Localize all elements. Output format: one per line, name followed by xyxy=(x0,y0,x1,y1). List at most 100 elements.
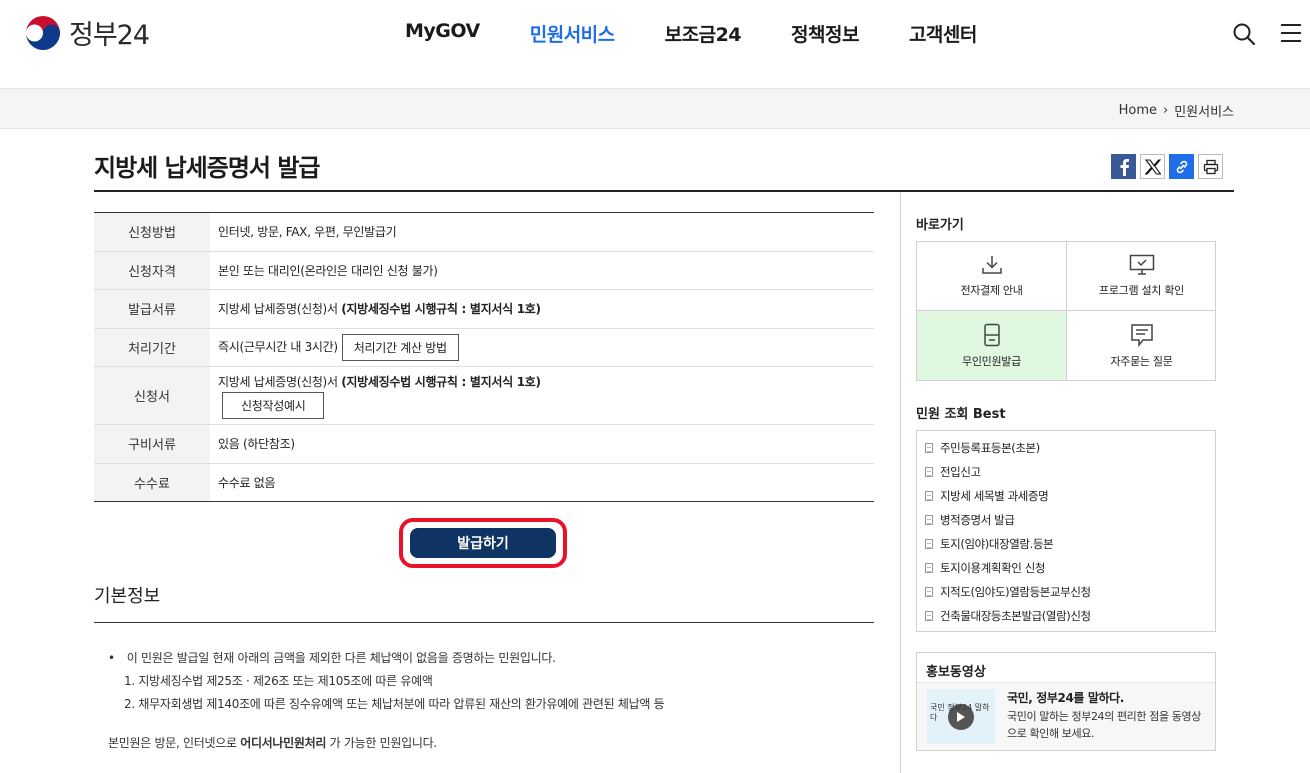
row-label: 수수료 xyxy=(94,463,210,502)
row-value: 있음 (하단참조) xyxy=(210,424,874,464)
row-label: 신청방법 xyxy=(94,212,210,252)
x-twitter-icon xyxy=(1144,158,1161,175)
list-item-label: 지적도(임야도)열람등본교부신청 xyxy=(940,585,1091,599)
x-share-button[interactable] xyxy=(1140,154,1165,179)
basic-info-title: 기본정보 xyxy=(94,586,161,607)
quick-link-label: 전자결제 안내 xyxy=(960,284,1023,297)
list-item[interactable]: 병적증명서 발급 xyxy=(925,508,1215,532)
document-icon xyxy=(925,611,933,621)
application-example-button[interactable]: 신청작성예시 xyxy=(222,391,325,419)
row-value: 인터넷, 방문, FAX, 우편, 무인발급기 xyxy=(210,212,874,252)
chat-icon xyxy=(1130,323,1153,347)
promo-video-box: 홍보동영상 국민 정부24 말하다 국민, 정부24를 말하다. 국민이 말하는… xyxy=(916,652,1216,751)
promo-video-body: 국민 정부24 말하다 국민, 정부24를 말하다. 국민이 말하는 정부24의… xyxy=(917,683,1215,750)
table-row: 발급서류 지방세 납세증명(신청)서 (지방세징수법 시행규칙 : 별지서식 1… xyxy=(94,289,874,329)
quick-link-program-check[interactable]: 프로그램 설치 확인 xyxy=(1067,242,1216,311)
footnote-text-end: 가 가능한 민원입니다. xyxy=(326,736,438,750)
basic-info-footnote: 본민원은 방문, 인터넷으로 어디서나민원처리 가 가능한 민원입니다. xyxy=(108,734,437,751)
row-value: 수수료 없음 xyxy=(218,475,276,490)
list-item[interactable]: 건축물대장등초본발급(열람)신청 xyxy=(925,604,1215,628)
list-item[interactable]: 주민등록표등본(초본) xyxy=(925,436,1215,460)
row-label: 발급서류 xyxy=(94,289,210,329)
promo-video-description: 국민이 말하는 정부24의 편리한 점을 동영상으로 확인해 보세요. xyxy=(1007,710,1201,740)
nav-civil-service[interactable]: 민원서비스 xyxy=(530,20,615,47)
quick-link-label: 무인민원발급 xyxy=(962,354,1021,368)
list-item-label: 건축물대장등초본발급(열람)신청 xyxy=(940,609,1091,623)
copy-link-button[interactable] xyxy=(1169,154,1194,179)
row-value: 지방세 납세증명(신청)서 (지방세징수법 시행규칙 : 별지서식 1호) xyxy=(210,289,874,329)
document-icon xyxy=(925,587,933,597)
table-row: 신청방법 인터넷, 방문, FAX, 우편, 무인발급기 xyxy=(94,212,874,252)
breadcrumb-current[interactable]: 민원서비스 xyxy=(1174,101,1234,120)
video-thumbnail[interactable]: 국민 정부24 말하다 xyxy=(927,689,995,744)
hamburger-menu-icon[interactable] xyxy=(1280,22,1302,44)
document-name: 지방세 납세증명(신청)서 xyxy=(218,302,342,317)
print-button[interactable] xyxy=(1198,154,1223,179)
basic-info-list: 이 민원은 발급일 현재 아래의 금액을 제외한 다른 체납액이 없음을 증명하… xyxy=(108,647,665,716)
printer-icon xyxy=(1203,159,1218,174)
quick-link-label: 자주묻는 질문 xyxy=(1110,354,1173,368)
thumbnail-caption: 국민 정부24 말하다 xyxy=(930,703,990,722)
list-item[interactable]: 토지(임야)대장열람.등본 xyxy=(925,532,1215,556)
table-row: 신청자격 본인 또는 대리인(온라인은 대리인 신청 불가) xyxy=(94,251,874,290)
document-icon xyxy=(925,491,933,501)
quick-links-grid: 전자결제 안내 프로그램 설치 확인 무인민원발급 자주묻는 질문 xyxy=(916,241,1216,381)
civil-service-info-table: 신청방법 인터넷, 방문, FAX, 우편, 무인발급기 신청자격 본인 또는 … xyxy=(94,212,874,502)
best-list: 주민등록표등본(초본) 전입신고 지방세 세목별 과세증명 병적증명서 발급 토… xyxy=(916,430,1216,632)
list-item[interactable]: 지적도(임야도)열람등본교부신청 xyxy=(925,580,1215,604)
row-label: 처리기간 xyxy=(94,328,210,367)
sidebar-divider xyxy=(900,192,901,773)
table-row: 처리기간 즉시(근무시간 내 3시간) 처리기간 계산 방법 xyxy=(94,328,874,367)
breadcrumb-home[interactable]: Home xyxy=(1119,103,1157,118)
issue-button-highlight: 발급하기 xyxy=(399,518,567,568)
document-icon xyxy=(925,467,933,477)
basic-info-divider xyxy=(94,622,874,623)
list-item[interactable]: 토지이용계획확인 신청 xyxy=(925,556,1215,580)
chevron-right-icon: › xyxy=(1162,103,1169,118)
row-value: 본인 또는 대리인(온라인은 대리인 신청 불가) xyxy=(210,251,874,290)
nav-customer-center[interactable]: 고객센터 xyxy=(909,20,977,47)
list-item-label: 병적증명서 발급 xyxy=(940,513,1015,527)
kiosk-icon xyxy=(983,323,1000,346)
nav-subsidy24[interactable]: 보조금24 xyxy=(665,20,742,47)
share-toolbar xyxy=(1111,154,1223,179)
document-icon xyxy=(925,515,933,525)
search-icon[interactable] xyxy=(1232,22,1256,46)
title-divider xyxy=(94,190,1234,192)
list-item[interactable]: 지방세 세목별 과세증명 xyxy=(925,484,1215,508)
row-label: 신청서 xyxy=(94,366,210,425)
processing-period: 즉시(근무시간 내 3시간) xyxy=(218,339,338,354)
promo-video-heading[interactable]: 국민, 정부24를 말하다. xyxy=(1007,689,1124,706)
breadcrumb: Home › 민원서비스 xyxy=(1119,101,1234,120)
list-item-label: 전입신고 xyxy=(940,465,981,479)
page-title: 지방세 납세증명서 발급 xyxy=(94,154,321,182)
logo-text: 정부24 xyxy=(69,20,150,51)
breadcrumb-bar: Home › 민원서비스 xyxy=(0,88,1310,129)
list-item-label: 토지이용계획확인 신청 xyxy=(940,561,1046,575)
document-icon xyxy=(925,443,933,453)
list-item-label: 토지(임야)대장열람.등본 xyxy=(940,537,1054,551)
issue-button[interactable]: 발급하기 xyxy=(410,528,556,558)
facebook-share-button[interactable] xyxy=(1111,154,1136,179)
site-logo[interactable]: 정부24 xyxy=(25,13,150,52)
document-icon xyxy=(925,539,933,549)
promo-video-title: 홍보동영상 xyxy=(917,653,1215,683)
row-value: 즉시(근무시간 내 3시간) 처리기간 계산 방법 xyxy=(210,328,874,367)
quick-link-faq[interactable]: 자주묻는 질문 xyxy=(1067,311,1216,380)
nav-mygov[interactable]: MyGOV xyxy=(405,20,480,47)
table-row: 신청서 지방세 납세증명(신청)서 (지방세징수법 시행규칙 : 별지서식 1호… xyxy=(94,366,874,425)
document-regulation: (지방세징수법 시행규칙 : 별지서식 1호) xyxy=(341,302,541,317)
quick-link-epayment[interactable]: 전자결제 안내 xyxy=(917,242,1067,311)
download-icon xyxy=(981,256,1002,274)
footnote-text: 본민원은 방문, 인터넷으로 xyxy=(108,736,241,750)
footnote-bold: 어디서나민원처리 xyxy=(240,736,327,750)
list-item[interactable]: 전입신고 xyxy=(925,460,1215,484)
facebook-icon xyxy=(1120,158,1129,176)
nav-policy-info[interactable]: 정책정보 xyxy=(791,20,859,47)
application-form-name: 지방세 납세증명(신청)서 xyxy=(218,374,342,389)
processing-period-calc-button[interactable]: 처리기간 계산 방법 xyxy=(341,333,459,361)
quick-link-kiosk[interactable]: 무인민원발급 xyxy=(917,311,1067,380)
row-value: 지방세 납세증명(신청)서 (지방세징수법 시행규칙 : 별지서식 1호) 신청… xyxy=(210,366,874,425)
quick-link-label: 프로그램 설치 확인 xyxy=(1099,284,1184,297)
list-item-label: 지방세 세목별 과세증명 xyxy=(940,489,1049,503)
